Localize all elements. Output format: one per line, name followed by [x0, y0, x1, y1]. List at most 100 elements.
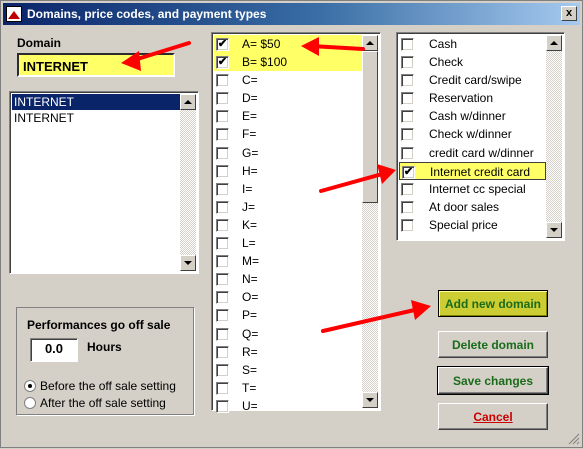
payment-types-scrollbar[interactable] — [546, 35, 562, 238]
hours-label: Hours — [87, 340, 122, 354]
payment-type-item[interactable]: At door sales — [399, 198, 546, 216]
scroll-up-icon[interactable] — [362, 35, 378, 51]
domain-listbox[interactable]: INTERNET INTERNET — [9, 91, 199, 274]
domain-list-item[interactable]: INTERNET — [12, 110, 180, 126]
price-codes-scrollbar[interactable] — [362, 35, 378, 408]
payment-type-item[interactable]: Cash — [399, 35, 546, 53]
payment-types-checklist[interactable]: Cash Check Credit card/swipe Reservation Cas… — [396, 32, 565, 241]
payment-type-item[interactable]: Credit card/swipe — [399, 71, 546, 89]
checkbox[interactable] — [401, 110, 414, 124]
payment-type-item[interactable]: Reservation — [399, 89, 546, 107]
hours-input[interactable]: 0.0 — [30, 338, 78, 362]
price-code-item[interactable]: ✔ A= $50 — [214, 35, 362, 54]
checkbox[interactable] — [216, 200, 229, 214]
price-code-item[interactable]: M= — [214, 252, 362, 270]
checkbox-checked[interactable]: ✔ — [216, 56, 229, 70]
scroll-down-icon[interactable] — [546, 222, 562, 238]
checkbox[interactable] — [216, 255, 229, 269]
save-changes-button[interactable]: Save changes — [437, 366, 549, 395]
window-title: Domains, price codes, and payment types — [27, 7, 267, 21]
checkbox-label: S= — [242, 362, 258, 377]
domain-list-scrollbar[interactable] — [180, 94, 196, 271]
checkbox[interactable] — [216, 237, 229, 251]
payment-type-item[interactable]: Cash w/dinner — [399, 107, 546, 125]
price-code-item[interactable]: I= — [214, 180, 362, 198]
checkbox-label: L= — [242, 236, 256, 251]
scroll-thumb[interactable] — [362, 51, 378, 203]
checkbox[interactable] — [216, 128, 229, 142]
payment-type-item[interactable]: ✔ Internet credit card — [399, 161, 546, 180]
radio-button-selected[interactable] — [24, 380, 36, 392]
price-code-item[interactable]: N= — [214, 270, 362, 288]
price-code-item[interactable]: T= — [214, 379, 362, 397]
price-code-item[interactable]: K= — [214, 216, 362, 234]
checkbox[interactable] — [401, 56, 414, 70]
checkbox-label: F= — [242, 127, 257, 142]
checkbox[interactable] — [401, 74, 414, 88]
checkbox[interactable] — [401, 92, 414, 106]
checkbox[interactable] — [401, 128, 414, 142]
price-code-item[interactable]: P= — [214, 306, 362, 324]
scroll-down-icon[interactable] — [180, 255, 196, 271]
checkbox[interactable] — [216, 218, 229, 232]
radio-button[interactable] — [24, 397, 36, 409]
price-code-item[interactable]: C= — [214, 71, 362, 89]
resize-grip-icon[interactable] — [568, 433, 580, 445]
price-code-item[interactable]: J= — [214, 198, 362, 216]
checkbox[interactable] — [216, 399, 229, 413]
checkbox-label: J= — [242, 199, 256, 214]
checkbox-label: E= — [242, 109, 258, 124]
checkbox[interactable] — [216, 164, 229, 178]
checkbox[interactable] — [401, 200, 414, 214]
checkbox[interactable] — [216, 92, 229, 106]
payment-type-item[interactable]: Internet cc special — [399, 180, 546, 198]
price-code-item[interactable]: L= — [214, 234, 362, 252]
checkbox[interactable] — [216, 363, 229, 377]
domain-input[interactable]: INTERNET — [17, 53, 175, 77]
price-code-item[interactable]: S= — [214, 361, 362, 379]
price-code-item[interactable]: O= — [214, 288, 362, 306]
price-code-item[interactable]: E= — [214, 107, 362, 125]
add-domain-button[interactable]: Add new domain — [438, 290, 548, 317]
delete-domain-button[interactable]: Delete domain — [438, 331, 548, 358]
cancel-button[interactable]: Cancel — [438, 403, 548, 430]
checkbox[interactable] — [216, 182, 229, 196]
checkbox-label: G= — [242, 145, 259, 160]
price-codes-checklist[interactable]: ✔ A= $50 ✔ B= $100 C= D= E= F= G= H= I= J= K= L= M= N= O… — [211, 32, 381, 413]
checkbox[interactable] — [401, 182, 414, 196]
close-icon[interactable]: x — [561, 6, 577, 21]
checkbox[interactable] — [401, 218, 414, 232]
checkbox[interactable] — [216, 146, 229, 160]
checkbox[interactable] — [216, 291, 229, 305]
checkbox-checked[interactable]: ✔ — [216, 38, 229, 51]
checkbox[interactable] — [216, 381, 229, 395]
checkbox[interactable] — [216, 345, 229, 359]
price-code-item[interactable]: G= — [214, 144, 362, 162]
price-code-item[interactable]: H= — [214, 162, 362, 180]
price-code-item[interactable]: U= — [214, 397, 362, 415]
payment-type-item[interactable]: Check w/dinner — [399, 125, 546, 143]
domain-list-item[interactable]: INTERNET — [12, 94, 180, 110]
payment-type-item[interactable]: Special price — [399, 216, 546, 234]
checkbox[interactable] — [216, 309, 229, 323]
checkbox[interactable] — [401, 38, 414, 51]
price-code-item[interactable]: F= — [214, 125, 362, 143]
checkbox[interactable] — [216, 110, 229, 124]
payment-type-item[interactable]: credit card w/dinner — [399, 144, 546, 162]
checkbox-checked[interactable]: ✔ — [402, 165, 415, 179]
checkbox[interactable] — [216, 327, 229, 341]
title-bar[interactable]: Domains, price codes, and payment types … — [3, 3, 580, 25]
price-code-item[interactable]: Q= — [214, 325, 362, 343]
checkbox[interactable] — [216, 273, 229, 287]
dialog-window: Domains, price codes, and payment types … — [0, 0, 583, 448]
checkbox[interactable] — [401, 146, 414, 160]
scroll-up-icon[interactable] — [546, 35, 562, 51]
scroll-up-icon[interactable] — [180, 94, 196, 110]
scroll-down-icon[interactable] — [362, 392, 378, 408]
checkbox-label: O= — [242, 290, 259, 305]
price-code-item[interactable]: ✔ B= $100 — [214, 53, 362, 72]
checkbox[interactable] — [216, 74, 229, 88]
price-code-item[interactable]: D= — [214, 89, 362, 107]
payment-type-item[interactable]: Check — [399, 53, 546, 71]
price-code-item[interactable]: R= — [214, 343, 362, 361]
